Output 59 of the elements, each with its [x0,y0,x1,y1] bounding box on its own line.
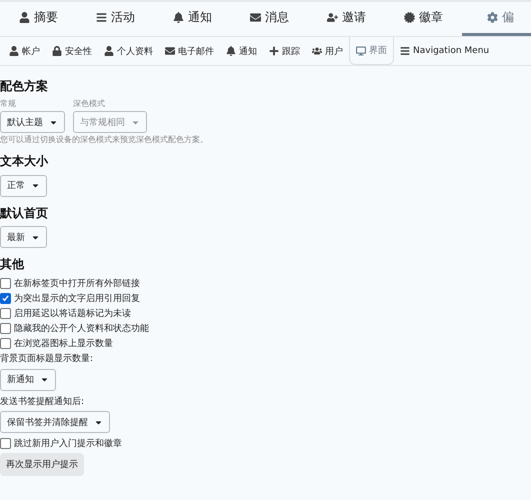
section-heading: 其他 [0,256,25,273]
sub-tab[interactable]: 电子邮件 [159,37,220,65]
dropdown[interactable]: 默认主题 [0,111,65,133]
nav-tab[interactable]: 偏 [462,2,531,36]
nav-tab[interactable]: 消息 [231,2,308,36]
sub-tab[interactable]: 帐户 [3,37,46,65]
checkbox-label[interactable]: 在新标签页中打开所有外部链接 [0,276,531,291]
users-icon [312,46,322,56]
sub-tab[interactable]: 安全性 [46,37,98,65]
sub-tab[interactable]: 个人资料 [98,37,159,65]
dropdown[interactable]: 保留书签并清除提醒 [0,411,110,433]
menu-icon [400,46,410,56]
bell-icon [173,12,184,23]
sub-tab[interactable]: Navigation Menu [394,37,496,65]
nav-tab[interactable]: 摘要 [0,2,77,36]
sub-tab[interactable]: 用户 [306,37,349,65]
dropdown[interactable]: 最新 [0,226,47,248]
nav-tab[interactable]: 通知 [154,2,231,36]
section-heading: 配色方案 [0,78,49,95]
envelope-icon [165,46,175,56]
checkbox[interactable] [0,308,11,319]
nav-tab[interactable]: 活动 [77,2,154,36]
checkbox[interactable] [0,338,11,349]
sub-tab[interactable]: 跟踪 [263,37,306,65]
field-label: 常规 [0,98,17,109]
sub-tab[interactable]: 界面 [349,37,394,65]
section-heading: 文本大小 [0,153,50,170]
field-label: 深色模式 [73,98,106,109]
sub-tab[interactable]: 通知 [220,37,263,65]
monitor-icon [356,46,366,56]
show-tips-button[interactable]: 再次显示用户提示 [0,453,84,476]
field-label: 背景页面标题显示数量: [0,352,94,365]
user-icon [104,46,114,56]
checkbox[interactable] [0,323,11,334]
checkbox-label[interactable]: 隐藏我的公开个人资料和状态功能 [0,321,531,336]
user-icon [19,12,30,23]
user-icon [9,46,19,56]
user-plus-icon [327,12,338,23]
field-label: 发送书签提醒通知后: [0,396,86,408]
checkbox-label[interactable]: 为突出显示的文字启用引用回复 [0,291,531,306]
envelope-icon [250,12,261,23]
settings-icon [487,12,498,23]
checkbox[interactable] [0,293,11,304]
plus-icon [269,46,279,56]
hint-text: 您可以通过切换设备的深色模式来预览深色模式配色方案。 [0,134,209,145]
checkbox[interactable] [0,278,11,289]
nav-tab[interactable]: 徽章 [385,2,462,36]
dropdown[interactable]: 新通知 [0,368,56,390]
badge-icon [404,12,415,23]
checkbox-label[interactable]: 启用延迟以将话题标记为未读 [0,306,531,321]
nav-tab[interactable]: 邀请 [308,2,385,36]
checkbox-label[interactable]: 跳过新用户入门提示和徽章 [0,436,531,451]
dropdown[interactable]: 正常 [0,174,47,196]
checkbox-label[interactable]: 在浏览器图标上显示数量 [0,336,531,351]
checkbox[interactable] [0,438,11,449]
menu-icon [96,12,107,23]
lock-icon [52,46,62,56]
section-heading: 默认首页 [0,204,49,222]
bell-icon [226,46,236,56]
